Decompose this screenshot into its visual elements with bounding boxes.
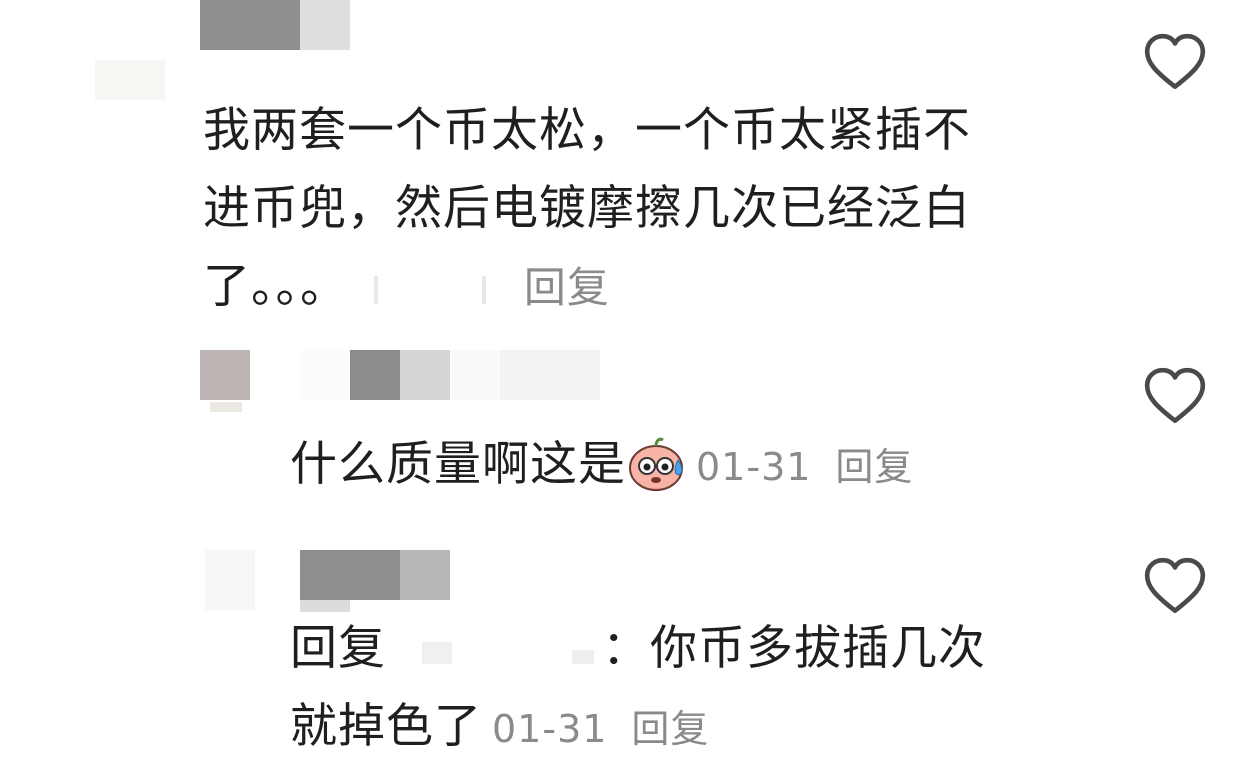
- comment-text: 回复 ：你币多拔插几次 就掉色了 01-31 回复: [290, 610, 986, 768]
- sweat-face-emoji: [629, 437, 683, 491]
- reply-colon: ：: [601, 621, 650, 676]
- username-blurred[interactable]: [200, 0, 350, 50]
- username-blurred[interactable]: [300, 350, 600, 400]
- mosaic-block: [400, 550, 450, 600]
- comment-line-last: 就掉色了 01-31 回复: [290, 688, 986, 768]
- reply-link[interactable]: 回复: [631, 707, 709, 751]
- mosaic-block: [350, 350, 400, 400]
- mosaic-block: [210, 402, 242, 412]
- avatar-blurred[interactable]: [200, 350, 256, 412]
- comment-text: 什么质量啊这是 01-31 回复: [290, 426, 913, 506]
- comment-line-text: 就掉色了: [290, 699, 482, 754]
- comment-date: 01-31: [696, 445, 812, 489]
- comment-line-last: 了。。。 回复: [203, 248, 971, 327]
- comment-line-text: 你币多拔插几次: [649, 621, 986, 676]
- reply-prefix: 回复: [290, 621, 386, 676]
- reply-to-blurred[interactable]: [402, 632, 602, 672]
- heart-outline-icon[interactable]: [1142, 554, 1208, 620]
- mosaic-block: [450, 350, 500, 400]
- comment-date: 01-31: [492, 707, 608, 751]
- date-blurred: [364, 270, 486, 310]
- comment-1: 我两套一个币太松，一个币太紧插不 进币兜，然后电镀摩擦几次已经泛白 了。。。 回…: [0, 0, 1260, 330]
- mosaic-block: [300, 0, 350, 50]
- mosaic-block: [400, 350, 450, 400]
- heart-outline-icon[interactable]: [1142, 30, 1208, 96]
- comment-line: 进币兜，然后电镀摩擦几次已经泛白: [203, 181, 971, 236]
- avatar-blurred[interactable]: [95, 60, 165, 100]
- mosaic-fragment: [373, 275, 378, 304]
- comment-2: 什么质量啊这是 01-31 回复: [0, 340, 1260, 520]
- mosaic-block: [300, 550, 400, 600]
- mosaic-block: [500, 350, 600, 400]
- mosaic-fragment: [421, 641, 452, 664]
- comment-text: 我两套一个币太松，一个币太紧插不 进币兜，然后电镀摩擦几次已经泛白 了。。。 回…: [203, 92, 971, 327]
- comment-line-text: 什么质量啊这是: [290, 437, 626, 492]
- mosaic-block: [300, 350, 350, 400]
- mosaic-block: [200, 350, 250, 400]
- comment-line: 我两套一个币太松，一个币太紧插不: [203, 103, 971, 158]
- mosaic-fragment: [571, 649, 594, 664]
- heart-outline-icon[interactable]: [1142, 364, 1208, 430]
- mosaic-fragment: [481, 275, 486, 304]
- comment-3: 回复 ：你币多拔插几次 就掉色了 01-31 回复: [0, 540, 1260, 774]
- username-blurred[interactable]: [300, 550, 450, 612]
- avatar-blurred[interactable]: [205, 550, 255, 610]
- comment-line-first: 回复 ：你币多拔插几次: [290, 610, 986, 688]
- mosaic-block: [200, 0, 300, 50]
- comment-line-text: 了。。。: [203, 259, 348, 314]
- reply-link[interactable]: 回复: [835, 445, 913, 489]
- reply-link[interactable]: 回复: [524, 263, 610, 312]
